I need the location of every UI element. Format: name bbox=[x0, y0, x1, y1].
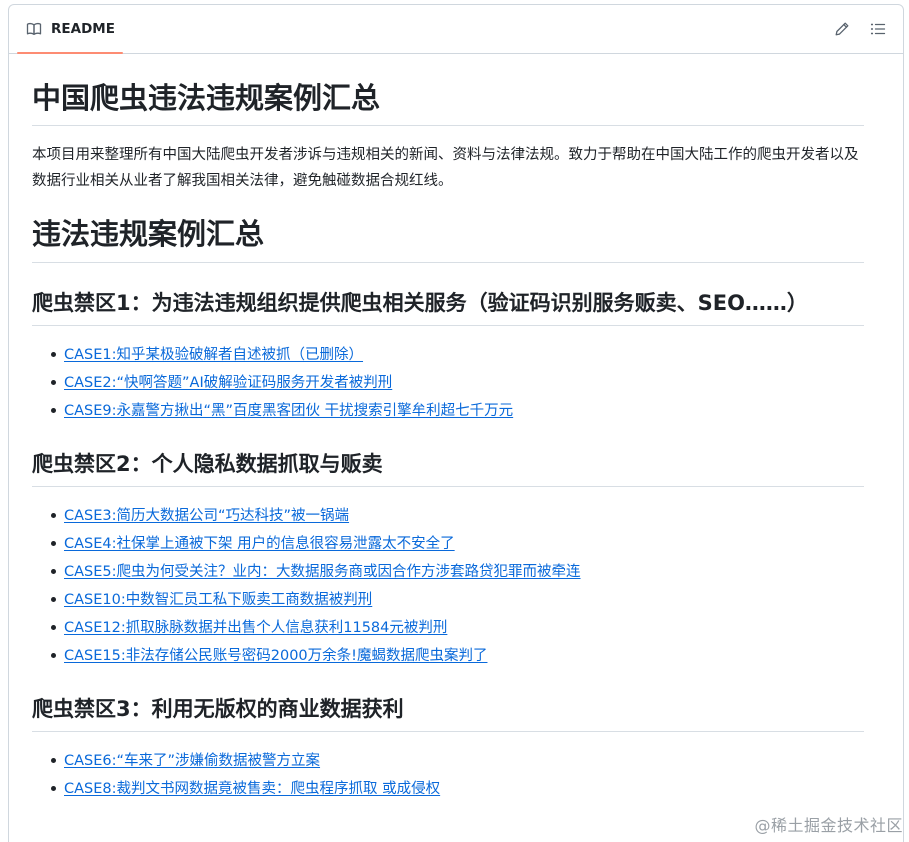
list-icon[interactable] bbox=[869, 20, 887, 38]
case-link[interactable]: CASE10:中数智汇员工私下贩卖工商数据被判刑 bbox=[64, 592, 372, 608]
list-item: CASE5:爬虫为何受关注？业内：大数据服务商或因合作方涉套路贷犯罪而被牵连 bbox=[32, 557, 864, 585]
readme-tab-label: README bbox=[51, 21, 115, 37]
readme-header: README bbox=[9, 5, 903, 54]
case-link[interactable]: CASE2:“快啊答题”AI破解验证码服务开发者被判刑 bbox=[64, 375, 392, 391]
list-item: CASE8:裁判文书网数据竟被售卖：爬虫程序抓取 或成侵权 bbox=[32, 774, 864, 802]
case-link[interactable]: CASE3:简历大数据公司“巧达科技”被一锅端 bbox=[64, 508, 349, 524]
case-link[interactable]: CASE5:爬虫为何受关注？业内：大数据服务商或因合作方涉套路贷犯罪而被牵连 bbox=[64, 564, 581, 580]
page-title: 中国爬虫违法违规案例汇总 bbox=[32, 80, 864, 127]
list-item: CASE2:“快啊答题”AI破解验证码服务开发者被判刑 bbox=[32, 368, 864, 396]
list-item: CASE1:知乎某极验破解者自述被抓（已删除） bbox=[32, 340, 864, 368]
zone-heading-3: 爬虫禁区3：利用无版权的商业数据获利 bbox=[32, 693, 864, 732]
list-item: CASE15:非法存储公民账号密码2000万余条!魔蝎数据爬虫案判了 bbox=[32, 641, 864, 669]
case-list-1: CASE1:知乎某极验破解者自述被抓（已删除） CASE2:“快啊答题”AI破解… bbox=[32, 340, 864, 424]
case-link[interactable]: CASE12:抓取脉脉数据并出售个人信息获利11584元被判刑 bbox=[64, 620, 447, 636]
case-list-2: CASE3:简历大数据公司“巧达科技”被一锅端 CASE4:社保掌上通被下架 用… bbox=[32, 501, 864, 669]
intro-paragraph: 本项目用来整理所有中国大陆爬虫开发者涉诉与违规相关的新闻、资料与法律法规。致力于… bbox=[32, 147, 859, 190]
case-link[interactable]: CASE9:永嘉警方揪出“黑”百度黑客团伙 干扰搜索引擎牟利超七千万元 bbox=[64, 403, 513, 419]
zone-heading-2: 爬虫禁区2：个人隐私数据抓取与贩卖 bbox=[32, 448, 864, 487]
list-item: CASE9:永嘉警方揪出“黑”百度黑客团伙 干扰搜索引擎牟利超七千万元 bbox=[32, 396, 864, 424]
section-title: 违法违规案例汇总 bbox=[32, 216, 864, 263]
case-list-3: CASE6:“车来了”涉嫌偷数据被警方立案 CASE8:裁判文书网数据竟被售卖：… bbox=[32, 746, 864, 802]
list-item: CASE4:社保掌上通被下架 用户的信息很容易泄露太不安全了 bbox=[32, 529, 864, 557]
watermark: @稀土掘金技术社区 bbox=[754, 816, 903, 835]
case-link[interactable]: CASE6:“车来了”涉嫌偷数据被警方立案 bbox=[64, 753, 320, 769]
case-link[interactable]: CASE15:非法存储公民账号密码2000万余条!魔蝎数据爬虫案判了 bbox=[64, 648, 487, 664]
header-actions bbox=[833, 20, 887, 38]
list-item: CASE10:中数智汇员工私下贩卖工商数据被判刑 bbox=[32, 585, 864, 613]
book-icon bbox=[25, 20, 43, 38]
pencil-icon[interactable] bbox=[833, 20, 851, 38]
zone-heading-1: 爬虫禁区1：为违法违规组织提供爬虫相关服务（验证码识别服务贩卖、SEO……） bbox=[32, 287, 864, 326]
list-item: CASE12:抓取脉脉数据并出售个人信息获利11584元被判刑 bbox=[32, 613, 864, 641]
list-item: CASE6:“车来了”涉嫌偷数据被警方立案 bbox=[32, 746, 864, 774]
case-link[interactable]: CASE4:社保掌上通被下架 用户的信息很容易泄露太不安全了 bbox=[64, 536, 455, 552]
case-link[interactable]: CASE1:知乎某极验破解者自述被抓（已删除） bbox=[64, 347, 363, 363]
readme-tab[interactable]: README bbox=[17, 5, 123, 54]
case-link[interactable]: CASE8:裁判文书网数据竟被售卖：爬虫程序抓取 或成侵权 bbox=[64, 781, 440, 797]
readme-content: 中国爬虫违法违规案例汇总 本项目用来整理所有中国大陆爬虫开发者涉诉与违规相关的新… bbox=[32, 80, 864, 826]
list-item: CASE3:简历大数据公司“巧达科技”被一锅端 bbox=[32, 501, 864, 529]
